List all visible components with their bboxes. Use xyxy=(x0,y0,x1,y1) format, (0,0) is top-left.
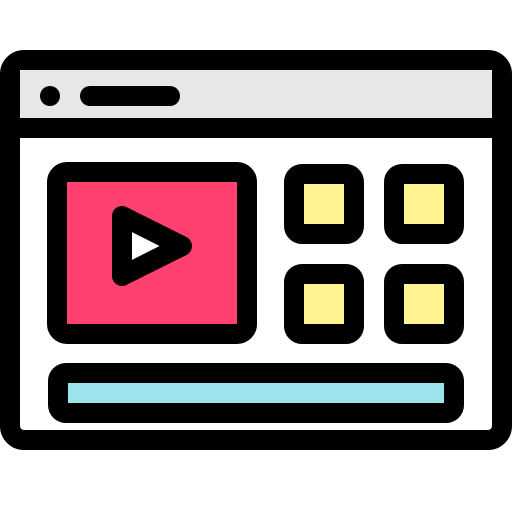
thumbnail-4 xyxy=(384,264,464,344)
thumbnail-1 xyxy=(284,164,364,244)
thumbnail-3 xyxy=(284,264,364,344)
video-website-illustration xyxy=(0,0,512,512)
window-dot-icon xyxy=(40,86,60,106)
progress-bar xyxy=(48,363,464,423)
video-website-icon xyxy=(0,50,512,450)
thumbnail-2 xyxy=(384,164,464,244)
address-bar-pill xyxy=(80,86,180,106)
title-bar-divider xyxy=(10,118,502,138)
